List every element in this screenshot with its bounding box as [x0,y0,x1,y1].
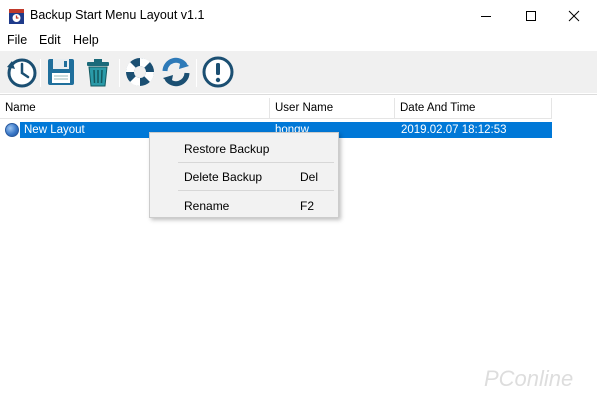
watermark-text: PConline [484,366,574,391]
context-item-shortcut: F2 [300,199,315,213]
context-item-label: Restore Backup [184,142,270,156]
minimize-icon [481,16,491,17]
watermark: PConline [484,366,592,402]
context-item-rename[interactable]: Rename F2 [150,192,338,218]
list-header: Name User Name Date And Time [0,98,552,119]
refresh-icon [162,57,190,87]
maximize-button[interactable] [508,0,554,32]
toolbar-separator [119,59,120,87]
recycle-bin-icon [87,59,109,87]
restore-button[interactable] [3,54,39,90]
save-floppy-icon [48,59,74,85]
alert-icon [202,56,234,88]
delete-button[interactable] [80,54,116,90]
column-header-date-time[interactable]: Date And Time [395,98,552,119]
about-button[interactable] [200,54,236,90]
title-bar[interactable]: Backup Start Menu Layout v1.1 [0,0,597,32]
column-header-user-name[interactable]: User Name [270,98,395,119]
context-item-label: Rename [184,199,230,213]
cell-name: New Layout [24,124,85,136]
context-menu: Restore Backup Delete Backup Del Rename … [149,132,339,218]
toolbar-separator [196,59,197,87]
context-item-shortcut: Del [300,170,319,184]
menu-help[interactable]: Help [73,33,99,47]
menu-file[interactable]: File [7,33,27,47]
context-item-label: Delete Backup [184,170,263,184]
save-button[interactable] [43,54,79,90]
minimize-button[interactable] [463,0,509,32]
close-icon [568,10,580,22]
help-support-button[interactable] [122,54,158,90]
toolbar-separator [40,59,41,87]
menu-bar: File Edit Help [0,32,597,50]
close-button[interactable] [551,0,597,32]
context-item-restore-backup[interactable]: Restore Backup [150,135,338,161]
refresh-button[interactable] [158,54,194,90]
context-menu-separator [178,190,334,191]
context-item-delete-backup[interactable]: Delete Backup Del [150,163,338,189]
restore-clock-icon [7,58,37,88]
window-title: Backup Start Menu Layout v1.1 [30,8,205,22]
app-icon [8,8,25,25]
maximize-icon [526,11,536,21]
menu-edit[interactable]: Edit [39,33,61,47]
cell-date-time: 2019.02.07 18:12:53 [401,124,507,136]
toolbar [0,51,597,93]
lifebuoy-icon [125,57,155,87]
layout-icon [5,123,19,137]
column-header-name[interactable]: Name [0,98,270,119]
